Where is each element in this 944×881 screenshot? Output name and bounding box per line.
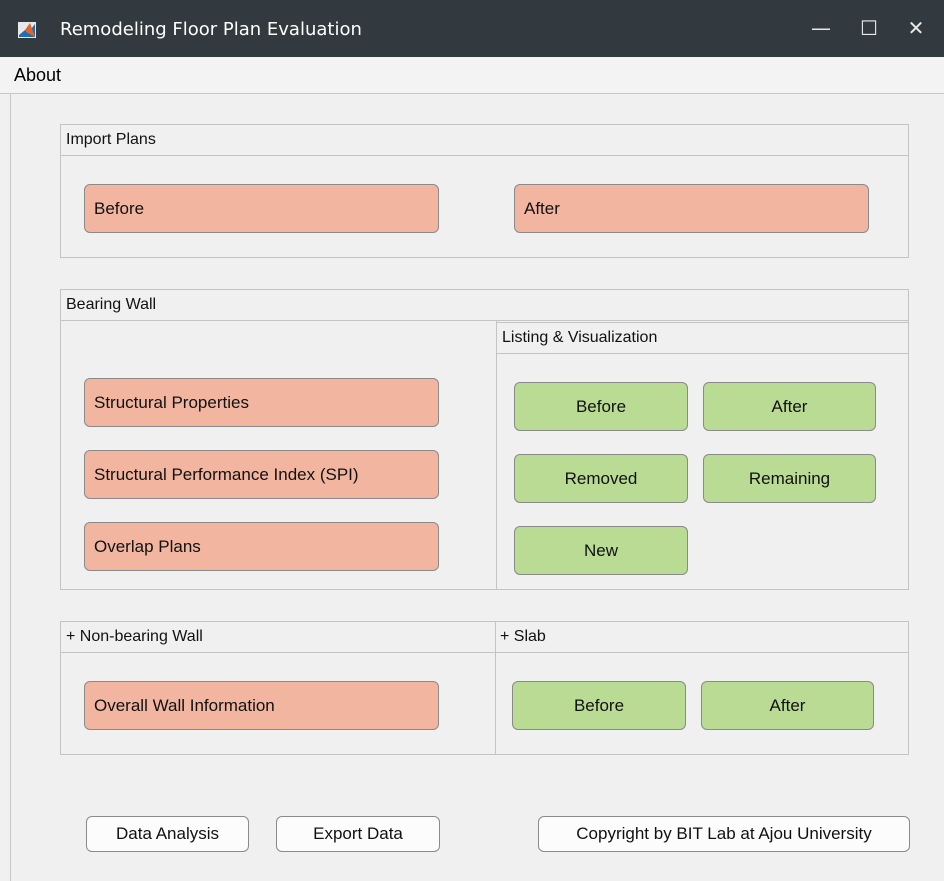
import-before-button[interactable]: Before	[84, 184, 439, 233]
maximize-button[interactable]: ☐	[853, 15, 885, 41]
window-title: Remodeling Floor Plan Evaluation	[60, 19, 362, 40]
overlap-plans-button[interactable]: Overlap Plans	[84, 522, 439, 571]
listing-remaining-button[interactable]: Remaining	[703, 454, 876, 503]
data-analysis-button[interactable]: Data Analysis	[86, 816, 249, 852]
menu-about[interactable]: About	[14, 65, 61, 86]
bearing-wall-panel: Bearing Wall Structural Properties Struc…	[60, 289, 909, 590]
non-bearing-wall-title: + Non-bearing Wall	[61, 622, 495, 653]
export-data-button[interactable]: Export Data	[276, 816, 440, 852]
bearing-wall-title: Bearing Wall	[61, 290, 908, 321]
listing-after-button[interactable]: After	[703, 382, 876, 431]
import-after-button[interactable]: After	[514, 184, 869, 233]
title-bar: Remodeling Floor Plan Evaluation — ☐ ✕	[0, 0, 944, 57]
slab-before-button[interactable]: Before	[512, 681, 686, 730]
listing-new-button[interactable]: New	[514, 526, 688, 575]
structural-properties-button[interactable]: Structural Properties	[84, 378, 439, 427]
panel-divider	[495, 622, 496, 754]
slab-after-button[interactable]: After	[701, 681, 874, 730]
slab-title: + Slab	[495, 622, 908, 653]
menu-bar: About	[0, 57, 944, 94]
window-left-border	[10, 93, 11, 881]
close-button[interactable]: ✕	[900, 15, 932, 41]
spi-button[interactable]: Structural Performance Index (SPI)	[84, 450, 439, 499]
import-plans-title: Import Plans	[61, 125, 908, 156]
listing-visualization-title: Listing & Visualization	[497, 323, 908, 354]
overall-wall-information-button[interactable]: Overall Wall Information	[84, 681, 439, 730]
listing-removed-button[interactable]: Removed	[514, 454, 688, 503]
matlab-logo-icon	[18, 22, 36, 38]
non-bearing-slab-panel: + Non-bearing Wall + Slab Overall Wall I…	[60, 621, 909, 755]
copyright-button[interactable]: Copyright by BIT Lab at Ajou University	[538, 816, 910, 852]
import-plans-panel: Import Plans Before After	[60, 124, 909, 258]
listing-visualization-panel: Listing & Visualization Before After Rem…	[497, 322, 908, 589]
minimize-button[interactable]: —	[805, 15, 837, 41]
listing-before-button[interactable]: Before	[514, 382, 688, 431]
